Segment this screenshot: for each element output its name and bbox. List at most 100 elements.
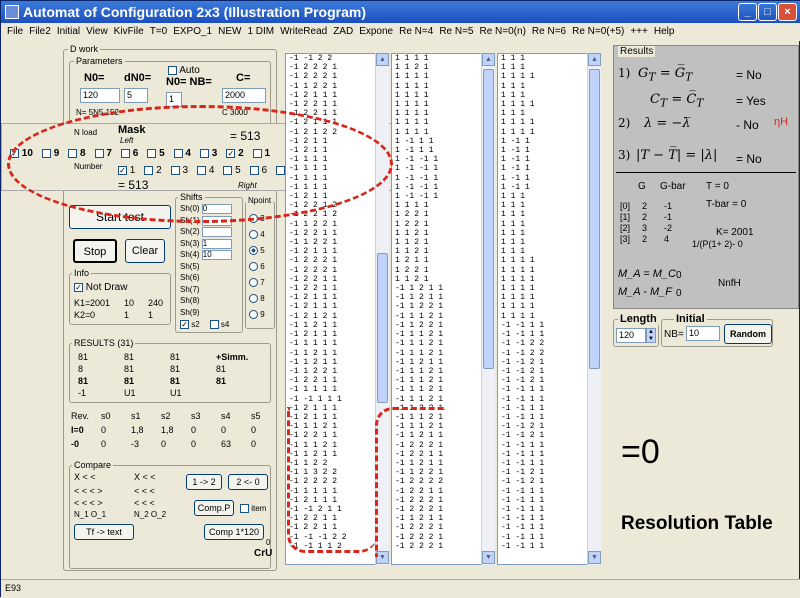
initial-nb-input[interactable]: 10	[686, 326, 720, 341]
menu-item[interactable]: File2	[29, 26, 51, 37]
k2-label: K2=	[74, 310, 91, 320]
auto-checkbox[interactable]: Auto	[168, 65, 200, 76]
data-column-3[interactable]: 1 1 11 1 11 1 1 11 1 11 1 11 1 1 11 1 11…	[497, 53, 589, 565]
menu-item[interactable]: KivFile	[114, 26, 144, 37]
n0-input[interactable]: 120	[80, 88, 120, 103]
initial-label: Initial	[674, 313, 707, 325]
data-line: 1 -1 -1 1	[395, 164, 439, 174]
menu-item[interactable]: Help	[654, 26, 675, 37]
rev-cell: 0	[191, 439, 197, 449]
scroll-thumb[interactable]	[483, 69, 494, 369]
results31-cell: 81	[78, 352, 89, 362]
menu-item[interactable]: 1 DIM	[247, 26, 274, 37]
data-line: 1 2 2 1	[395, 265, 429, 275]
npoint-radio[interactable]: 6	[249, 262, 265, 278]
shift-checkbox[interactable]: s4	[209, 320, 229, 330]
menu-item[interactable]: Expone	[359, 26, 393, 37]
npoint-radio[interactable]: 9	[249, 310, 265, 326]
k2-value: 0	[90, 310, 96, 320]
shift-input[interactable]	[201, 227, 232, 237]
menu-item[interactable]: NEW	[218, 26, 241, 37]
clear-button[interactable]: Clear	[125, 239, 165, 263]
data-line: 1 -1 1	[501, 136, 530, 146]
m2-formula: M_A - M_F	[618, 286, 672, 298]
scroll-down-icon[interactable]: ▼	[482, 551, 495, 564]
maximize-button[interactable]: □	[758, 3, 777, 21]
data-line: -1 -1 1 1	[501, 385, 545, 395]
rev-cell: s5	[251, 411, 261, 421]
results31-cell: -1	[78, 388, 87, 398]
random-button[interactable]: Random	[724, 324, 772, 344]
scrollbar-2[interactable]: ▲ ▼	[481, 53, 495, 565]
menu-item[interactable]: Re N=5	[439, 26, 473, 37]
scroll-thumb[interactable]	[377, 253, 388, 403]
data-line: 1 1 1 1	[501, 256, 535, 266]
menu-item[interactable]: Initial	[57, 26, 80, 37]
title-bar: Automat of Configuration 2x3 (Illustrati…	[1, 1, 800, 23]
annotation-ellipse	[7, 105, 393, 223]
data-line: -1 -1 2 1	[501, 468, 545, 478]
npoint-radio[interactable]: 4	[249, 230, 265, 246]
menu-item[interactable]: Re N=6	[532, 26, 566, 37]
stop-button[interactable]: Stop	[73, 239, 117, 263]
data-line: 1 -1 1	[501, 155, 530, 165]
shift-row: Sh(4) 10	[180, 250, 242, 262]
menu-item[interactable]: Re N=0(n)	[480, 26, 526, 37]
minimize-button[interactable]: _	[738, 3, 757, 21]
menu-item[interactable]: Re N=0(+5)	[572, 26, 624, 37]
r1-index: 1)	[618, 66, 631, 80]
annotation-bracket-left	[287, 407, 377, 553]
r3-index: 3)	[618, 148, 631, 162]
data-line: 1 -1 -1 1	[395, 173, 439, 183]
scroll-up-icon[interactable]: ▲	[482, 53, 495, 66]
info-label: Info	[72, 268, 92, 278]
results31-cell: 81	[170, 364, 181, 374]
not-draw-checkbox[interactable]: ✓ Not Draw	[74, 282, 127, 293]
data-line: 1 1 1 1	[395, 81, 429, 91]
menu-item[interactable]: T=0	[150, 26, 168, 37]
compare-line-5: < < < >	[74, 498, 103, 508]
menu-item[interactable]: WriteRead	[280, 26, 327, 37]
results31-cell: 81	[170, 352, 181, 362]
length-spinner-icon[interactable]: ▲ ▼	[646, 328, 656, 343]
c-input[interactable]: 2000	[222, 88, 266, 103]
scroll-up-icon[interactable]: ▲	[376, 53, 389, 66]
scroll-thumb[interactable]	[589, 69, 600, 369]
scroll-down-icon[interactable]: ▼	[588, 551, 601, 564]
length-input[interactable]: 120	[616, 328, 646, 343]
comp-p-button[interactable]: Comp.P	[194, 500, 234, 516]
menu-item[interactable]: EXPO_1	[173, 26, 212, 37]
menu-item[interactable]: Re N=4	[399, 26, 433, 37]
data-line: -1 1 2 1 1	[289, 320, 338, 330]
shift-checkbox[interactable]: ✓ s2	[180, 320, 200, 330]
to-two-button[interactable]: 1 -> 2	[186, 474, 222, 490]
data-line: 1 1 1	[501, 63, 526, 73]
to-one-button[interactable]: 2 <- 0	[228, 474, 268, 490]
menu-item[interactable]: ZAD	[333, 26, 353, 37]
shift-input[interactable]: 1	[201, 238, 232, 249]
table-head-gbar: G-bar	[660, 181, 686, 192]
r2-index: 2)	[618, 116, 631, 130]
shift-input[interactable]: 10	[201, 250, 232, 260]
menu-item[interactable]: +++	[630, 26, 648, 37]
npoint-radio[interactable]: 7	[249, 278, 265, 294]
npoint-radio[interactable]: 5	[249, 246, 265, 262]
data-line: -1 -1 2 1	[501, 431, 545, 441]
comp-120-button[interactable]: Comp 1*120	[204, 524, 264, 540]
menu-item[interactable]: File	[7, 26, 23, 37]
npoint-radio[interactable]: 8	[249, 294, 265, 310]
to-text-button[interactable]: Tf -> text	[74, 524, 134, 540]
data-line: 1 1 2 1	[395, 247, 429, 257]
c-label: C=	[236, 72, 251, 84]
scrollbar-3[interactable]: ▲ ▼	[587, 53, 601, 565]
menu-item[interactable]: View	[86, 26, 108, 37]
data-line: 1 1 1 1	[395, 109, 429, 119]
data-line: 1 1 2 1	[395, 63, 429, 73]
results-table: G G-bar T = 0 [0] 2 -1 [1] 2 -1 [2] 3 -2 [3] 2 4 T-…	[616, 172, 796, 262]
scroll-up-icon[interactable]: ▲	[588, 53, 601, 66]
dn0-input[interactable]: 5	[124, 88, 148, 103]
close-button[interactable]: ×	[778, 3, 797, 21]
data-line: 1 1 1	[501, 81, 526, 91]
data-line: -1 -1 1 1	[501, 514, 545, 524]
item-checkbox[interactable]: item	[240, 504, 266, 514]
